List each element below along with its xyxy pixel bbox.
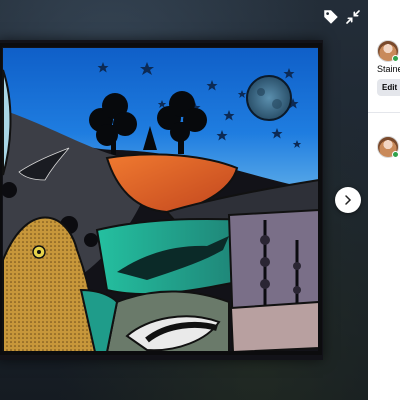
stained-glass-photo[interactable] <box>0 40 323 360</box>
online-status-dot <box>392 55 399 62</box>
divider <box>368 112 400 113</box>
next-photo-button[interactable] <box>335 187 361 213</box>
edit-button[interactable]: Edit <box>377 79 400 96</box>
online-status-dot <box>392 151 399 158</box>
stained-glass-artwork <box>0 40 323 360</box>
post-title[interactable]: Stainec <box>377 64 400 74</box>
tag-icon-glyph <box>324 10 338 24</box>
post-sidebar: Stainec Edit <box>368 0 400 400</box>
chevron-right-icon <box>345 195 352 205</box>
exit-fullscreen-glyph <box>346 10 360 24</box>
photo-viewer <box>0 0 368 400</box>
tag-icon[interactable] <box>321 7 341 27</box>
exit-fullscreen-icon[interactable] <box>343 7 363 27</box>
